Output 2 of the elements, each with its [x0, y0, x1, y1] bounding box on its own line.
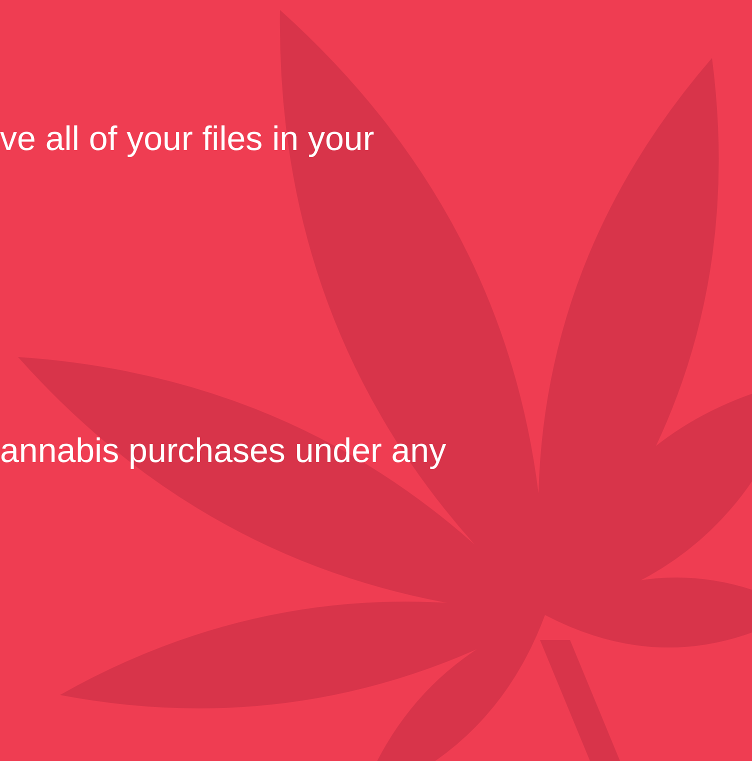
paragraph-text: annabis purchases under any: [0, 431, 448, 472]
paragraph-text: ve all of your files in your: [0, 119, 376, 160]
